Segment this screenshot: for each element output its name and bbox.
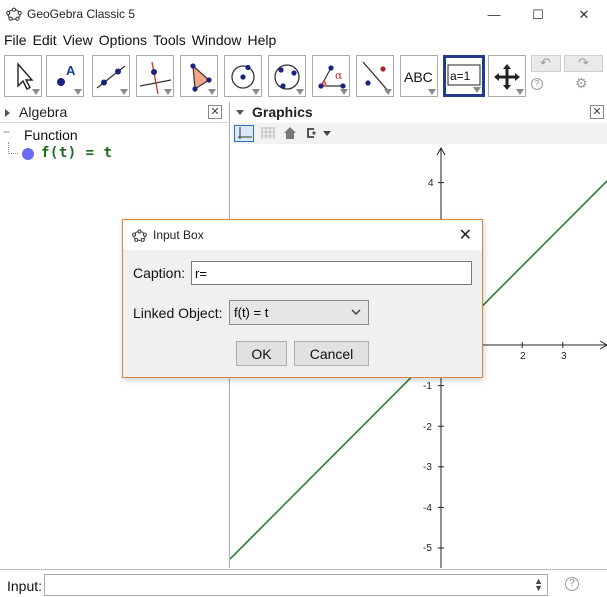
graphics-collapse-arrow-icon[interactable] (236, 110, 244, 115)
linked-object-label: Linked Object: (133, 305, 223, 321)
circle-three-points-tool-button[interactable] (268, 55, 306, 97)
reflect-tool-button[interactable] (356, 55, 394, 97)
perpendicular-line-tool-button[interactable] (136, 55, 174, 97)
point-tool-button[interactable]: A (46, 55, 84, 97)
dialog-geogebra-icon (132, 229, 147, 242)
input-bar: Input: ▲ ▼ ? (0, 569, 607, 597)
move-graphics-view-tool-button[interactable] (488, 55, 526, 97)
help-icon[interactable]: ? (531, 78, 543, 90)
dialog-title: Input Box (153, 228, 204, 242)
menu-view[interactable]: View (59, 30, 93, 50)
input-field[interactable]: ▲ ▼ (44, 574, 548, 596)
menu-options[interactable]: Options (95, 30, 147, 50)
show-axes-button[interactable] (234, 125, 254, 142)
polygon-tool-button[interactable] (180, 55, 218, 97)
menu-file[interactable]: File (0, 30, 27, 50)
menu-window[interactable]: Window (188, 30, 242, 50)
graphics-panel-title: Graphics (252, 104, 313, 120)
point-capturing-button[interactable] (303, 125, 333, 142)
tree-collapse-icon[interactable]: − (3, 126, 12, 138)
undo-icon: ↶ (540, 55, 551, 70)
y-tick-label-neg5: -5 (423, 543, 432, 554)
close-icon: ✕ (578, 6, 590, 22)
point-tool-glyph: A (66, 63, 76, 78)
menu-tools[interactable]: Tools (149, 30, 186, 50)
geogebra-logo-icon (6, 7, 22, 21)
settings-gear-icon[interactable]: ⚙ (575, 75, 588, 92)
window-title: GeoGebra Classic 5 (27, 7, 136, 21)
linked-object-value: f(t) = t (234, 305, 269, 320)
redo-button[interactable]: ↷ (564, 55, 603, 72)
visibility-toggle-dot-icon[interactable] (22, 148, 34, 160)
caption-label: Caption: (133, 265, 186, 281)
redo-icon: ↷ (578, 55, 589, 70)
angle-tool-button[interactable]: α (312, 55, 350, 97)
angle-tool-glyph: α (335, 69, 343, 82)
input-help-icon[interactable]: ? (565, 577, 579, 591)
slider-tool-glyph: a=1 (450, 69, 471, 83)
input-box-dialog: Input Box ✕ Caption: Linked Object: f(t)… (122, 219, 483, 378)
caption-input[interactable] (191, 261, 472, 285)
algebra-collapse-arrow-icon[interactable] (5, 109, 10, 117)
algebra-close-icon[interactable]: ✕ (208, 105, 222, 119)
undo-button[interactable]: ↶ (531, 55, 561, 72)
input-history-arrows-icon[interactable]: ▲ ▼ (534, 577, 543, 593)
line-tool-button[interactable] (92, 55, 130, 97)
home-icon (284, 127, 296, 139)
grid-icon (261, 127, 275, 139)
ok-button[interactable]: OK (236, 341, 287, 366)
minimize-icon: — (487, 7, 501, 22)
x-tick-label-2: 2 (520, 351, 526, 362)
linked-object-select[interactable]: f(t) = t (229, 300, 369, 325)
axes-icon (238, 127, 252, 139)
algebra-item-function[interactable]: f(t) = t (41, 145, 112, 161)
y-tick-label-neg4: -4 (423, 503, 432, 514)
algebra-panel-header: Algebra ✕ (0, 102, 229, 123)
graphics-close-icon[interactable]: ✕ (590, 105, 604, 119)
graphics-style-bar (232, 123, 607, 144)
x-tick-label-3: 3 (561, 351, 567, 362)
close-button[interactable]: ✕ (561, 0, 607, 29)
graphics-panel-header: Graphics ✕ (230, 102, 607, 123)
standard-view-button[interactable] (282, 125, 298, 142)
toolbar: A α ABC a=1 (0, 53, 607, 99)
menu-edit[interactable]: Edit (29, 30, 57, 50)
chevron-down-icon (351, 309, 361, 315)
y-tick-label-4: 4 (428, 178, 434, 189)
menu-bar: File Edit View Options Tools Window Help (0, 30, 278, 50)
title-bar: GeoGebra Classic 5 — ☐ ✕ (0, 0, 607, 29)
geogebra-window: GeoGebra Classic 5 — ☐ ✕ File Edit View … (0, 0, 607, 597)
tree-category-function: Function (24, 127, 78, 143)
move-tool-button[interactable] (4, 55, 42, 97)
maximize-button[interactable]: ☐ (515, 0, 561, 29)
cancel-button[interactable]: Cancel (294, 341, 369, 366)
slider-tool-button[interactable]: a=1 (443, 55, 485, 97)
tree-connector (8, 142, 18, 154)
show-grid-button[interactable] (260, 125, 276, 142)
y-tick-label-neg2: -2 (423, 422, 432, 433)
input-label: Input: (7, 578, 43, 594)
maximize-icon: ☐ (532, 6, 544, 22)
y-tick-label-neg3: -3 (423, 462, 432, 473)
circle-center-point-tool-button[interactable] (224, 55, 262, 97)
point-capture-icon (307, 128, 331, 138)
algebra-panel-title: Algebra (19, 104, 68, 120)
dialog-close-icon[interactable]: ✕ (459, 225, 472, 245)
minimize-button[interactable]: — (471, 0, 517, 29)
text-tool-button[interactable]: ABC (400, 55, 438, 97)
dialog-title-bar: Input Box ✕ (123, 220, 482, 250)
y-tick-label-neg1: -1 (423, 381, 432, 392)
menu-help[interactable]: Help (244, 30, 277, 50)
text-tool-glyph: ABC (404, 69, 433, 85)
